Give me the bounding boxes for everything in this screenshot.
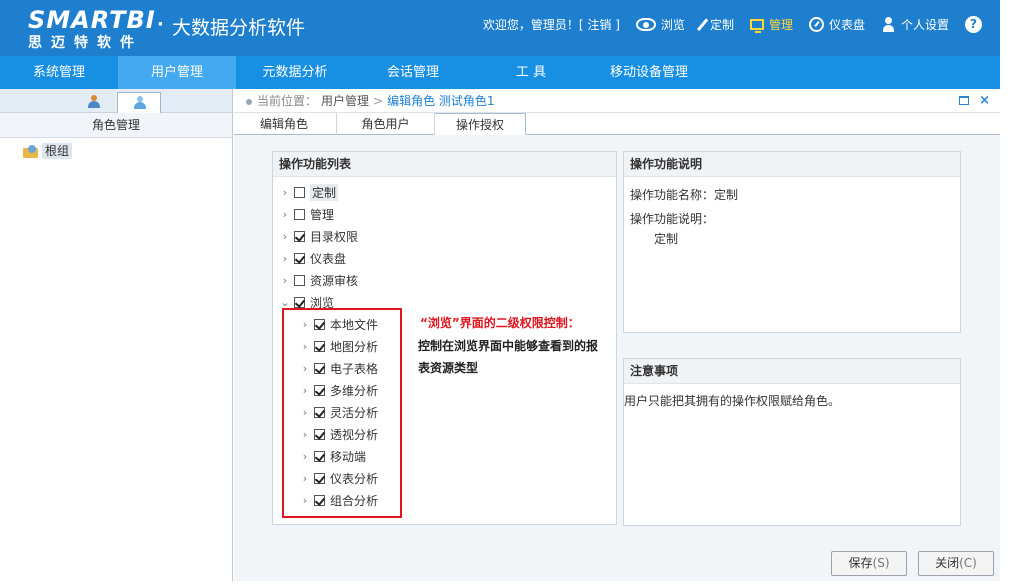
chevron-right-icon[interactable]: › <box>279 230 291 243</box>
tree-item-label: 管理 <box>310 207 335 222</box>
eye-icon <box>635 18 656 31</box>
notes-panel: 注意事项 用户只能把其拥有的操作权限赋给角色。 <box>623 358 961 526</box>
nav-tools[interactable]: 工 具 <box>472 56 590 89</box>
main-nav: 系统管理 用户管理 元数据分析 会话管理 工 具 移动设备管理 <box>0 56 1000 89</box>
breadcrumb-separator: > <box>373 94 384 108</box>
maximize-icon[interactable] <box>959 96 970 105</box>
browse-link[interactable]: 浏览 <box>635 16 685 33</box>
chevron-down-icon[interactable]: ⌄ <box>279 296 291 309</box>
tree-root-node[interactable]: 根组 <box>23 143 73 159</box>
save-button-shortcut: (S) <box>872 556 890 570</box>
tab-bar: 编辑角色 角色用户 操作授权 <box>234 113 1000 135</box>
operation-list-title: 操作功能列表 <box>273 152 616 177</box>
folder-icon <box>23 144 39 158</box>
role-icon <box>134 96 146 109</box>
app-header: SMARTBI 思迈特软件 · 大数据分析软件 欢迎您，管理员！[ 注销 ] 浏… <box>0 0 1000 56</box>
tree-item-label: 目录权限 <box>310 229 359 244</box>
customize-link-label: 定制 <box>709 18 734 32</box>
logo-subtitle: 思迈特软件 <box>28 35 143 51</box>
notes-text: 用户只能把其拥有的操作权限赋给角色。 <box>624 394 841 408</box>
nav-session-admin[interactable]: 会话管理 <box>354 56 472 89</box>
chevron-right-icon[interactable]: › <box>279 274 291 287</box>
chevron-right-icon[interactable]: › <box>279 208 291 221</box>
nav-metadata-analysis[interactable]: 元数据分析 <box>236 56 354 89</box>
tree-item-dashboard[interactable]: › 仪表盘 <box>279 249 346 267</box>
annotation-title: “浏览”界面的二级权限控制： <box>420 316 580 330</box>
header-toolbar: 欢迎您，管理员！[ 注销 ] 浏览 定制 管理 仪表盘 个人设置 ? <box>483 16 982 33</box>
right-margin <box>1000 0 1033 584</box>
personal-settings-link[interactable]: 个人设置 <box>881 16 949 33</box>
manage-link-label: 管理 <box>768 18 793 32</box>
logo: SMARTBI <box>28 6 156 34</box>
nav-user-admin[interactable]: 用户管理 <box>118 56 236 89</box>
tree-item-label: 仪表盘 <box>310 251 347 266</box>
left-pane: 角色管理 根组 <box>0 89 233 581</box>
breadcrumb: 当前位置： 用户管理 > 编辑角色 测试角色1 × <box>234 89 1000 113</box>
breadcrumb-label: 当前位置： <box>257 94 318 108</box>
manage-link[interactable]: 管理 <box>749 16 793 33</box>
operation-desc-label: 操作功能说明： <box>630 212 715 226</box>
breadcrumb-current: 编辑角色 测试角色1 <box>387 94 495 108</box>
checkbox-manage[interactable] <box>294 208 305 220</box>
dashboard-link[interactable]: 仪表盘 <box>808 16 865 33</box>
checkbox-customize[interactable] <box>294 186 305 198</box>
tree-item-customize[interactable]: › 定制 <box>279 183 339 201</box>
left-tab-users[interactable] <box>72 92 116 113</box>
close-button-shortcut: (C) <box>959 556 977 570</box>
checkbox-directory-permission[interactable] <box>294 230 305 242</box>
save-button[interactable]: 保存(S) <box>831 551 907 576</box>
tab-edit-role[interactable]: 编辑角色 <box>234 113 334 135</box>
save-button-label: 保存 <box>848 556 873 570</box>
operation-description-title: 操作功能说明 <box>624 152 960 177</box>
operation-description-panel: 操作功能说明 操作功能名称：定制 操作功能说明： 定制 <box>623 151 961 333</box>
operation-desc-value: 定制 <box>654 232 679 246</box>
personal-settings-label: 个人设置 <box>900 18 949 32</box>
tree-item-directory-permission[interactable]: › 目录权限 <box>279 227 358 245</box>
annotation-highlight-box <box>282 308 402 518</box>
logo-dot: · <box>157 14 164 35</box>
tab-role-users[interactable]: 角色用户 <box>336 113 434 135</box>
tree-item-label: 资源审核 <box>310 273 359 288</box>
operation-description-body: 操作功能名称：定制 操作功能说明： 定制 <box>624 177 960 257</box>
help-icon[interactable]: ? <box>965 16 982 33</box>
pencil-icon <box>696 17 709 32</box>
chevron-right-icon[interactable]: › <box>279 252 291 265</box>
tree-item-manage[interactable]: › 管理 <box>279 205 334 223</box>
tree-item-resource-review[interactable]: › 资源审核 <box>279 271 358 289</box>
person-icon <box>881 17 896 32</box>
checkbox-resource-review[interactable] <box>294 274 305 286</box>
gauge-icon <box>808 17 824 32</box>
app-name: 大数据分析软件 <box>172 17 306 39</box>
breadcrumb-dot-icon <box>246 98 252 105</box>
browse-link-label: 浏览 <box>660 18 685 32</box>
close-button[interactable]: 关闭(C) <box>918 551 994 576</box>
annotation-body: 控制在浏览界面中能够查看到的报表资源类型 <box>418 339 599 375</box>
chevron-right-icon[interactable]: › <box>279 186 291 199</box>
checkbox-dashboard[interactable] <box>294 252 305 264</box>
tab-operation-authorization[interactable]: 操作授权 <box>434 113 526 135</box>
left-pane-title: 角色管理 <box>0 113 232 138</box>
dashboard-link-label: 仪表盘 <box>828 18 865 32</box>
welcome-logout-link[interactable]: 欢迎您，管理员！[ 注销 ] <box>483 16 620 33</box>
tree-item-label: 定制 <box>310 183 339 201</box>
breadcrumb-user-admin[interactable]: 用户管理 <box>321 94 369 108</box>
close-button-label: 关闭 <box>935 556 960 570</box>
left-tab-strip <box>0 89 232 113</box>
close-icon[interactable]: × <box>979 89 990 113</box>
nav-system-admin[interactable]: 系统管理 <box>0 56 118 89</box>
tree-root-label: 根组 <box>42 143 73 159</box>
customize-link[interactable]: 定制 <box>696 16 734 33</box>
user-icon <box>88 95 100 108</box>
operation-name-line: 操作功能名称：定制 <box>630 188 739 202</box>
window-controls: × <box>959 89 990 113</box>
nav-mobile-devices[interactable]: 移动设备管理 <box>590 56 708 89</box>
left-tab-roles[interactable] <box>117 92 161 113</box>
checkbox-browse[interactable] <box>294 296 305 308</box>
notes-title: 注意事项 <box>624 359 960 384</box>
content-area: 当前位置： 用户管理 > 编辑角色 测试角色1 × 编辑角色 角色用户 操作授权 操作… <box>234 89 1000 581</box>
monitor-icon <box>749 19 764 33</box>
